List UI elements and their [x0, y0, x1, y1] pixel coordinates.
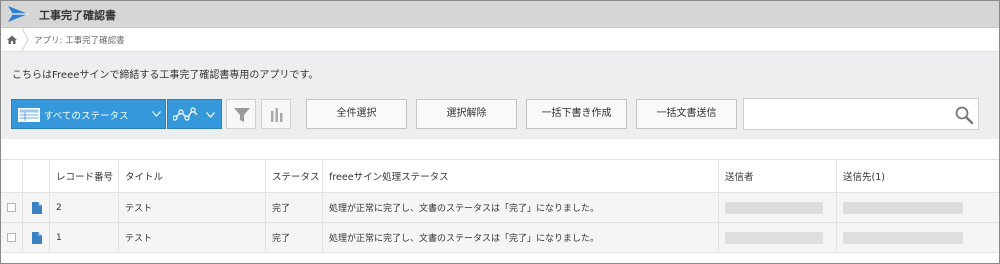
home-icon[interactable]	[1, 28, 23, 51]
graph-button[interactable]	[261, 99, 291, 129]
record-number-cell: 2	[50, 193, 119, 222]
column-header-title[interactable]: タイトル	[119, 160, 266, 192]
view-selector[interactable]: すべてのステータス	[11, 99, 166, 129]
breadcrumb-app-link[interactable]: アプリ: 工事完了確認書	[34, 34, 125, 46]
select-all-button[interactable]: 全件選択	[306, 99, 407, 129]
row-checkbox[interactable]	[7, 233, 16, 242]
redacted-destination	[843, 201, 963, 214]
app-description: こちらはFreeeサインで締結する工事完了確認書専用のアプリです。	[12, 70, 319, 81]
row-checkbox-cell	[1, 223, 23, 252]
breadcrumb-separator	[21, 28, 29, 51]
sender-cell	[719, 193, 837, 222]
app-description-panel: こちらはFreeeサインで締結する工事完了確認書専用のアプリです。	[1, 51, 999, 93]
freee-status-cell: 処理が正常に完了し、文書のステータスは「完了」になりました。	[323, 193, 719, 222]
header-doc-cell	[23, 160, 50, 192]
status-cell: 完了	[266, 193, 323, 222]
sender-cell	[719, 223, 837, 252]
column-header-record-number[interactable]: レコード番号	[50, 160, 119, 192]
table-header-row: レコード番号 タイトル ステータス freeeサイン処理ステータス 送信者 送信…	[1, 159, 999, 193]
toolbar: すべてのステータス 全件選択 選択解除 一括下書き作成 一括文書送信	[1, 93, 999, 139]
record-number-cell: 1	[50, 223, 119, 252]
column-header-freee-status[interactable]: freeeサイン処理ステータス	[323, 160, 719, 192]
header-checkbox-cell	[1, 160, 23, 192]
breadcrumb: アプリ: 工事完了確認書	[1, 28, 999, 51]
status-cell: 完了	[266, 223, 323, 252]
search-input[interactable]	[748, 103, 948, 125]
row-detail-cell	[23, 223, 50, 252]
graph-selector[interactable]	[167, 99, 222, 129]
view-selector-label: すべてのステータス	[44, 111, 129, 122]
kintone-logo-icon[interactable]	[7, 4, 29, 24]
line-graph-icon	[173, 107, 198, 121]
filter-button[interactable]	[226, 99, 256, 129]
redacted-sender	[725, 231, 823, 244]
bulk-draft-button[interactable]: 一括下書き作成	[526, 99, 627, 129]
deselect-button[interactable]: 選択解除	[416, 99, 517, 129]
search-icon[interactable]	[954, 105, 974, 125]
chevron-down-icon	[206, 112, 215, 118]
column-header-status[interactable]: ステータス	[266, 160, 323, 192]
row-checkbox-cell	[1, 193, 23, 222]
document-icon[interactable]	[32, 231, 42, 244]
redacted-destination	[843, 231, 963, 244]
row-detail-cell	[23, 193, 50, 222]
title-cell: テスト	[119, 193, 266, 222]
list-icon	[18, 108, 40, 122]
bar-chart-icon	[271, 108, 283, 122]
app-title: 工事完了確認書	[39, 9, 116, 22]
destination-cell	[837, 193, 999, 222]
chevron-down-icon	[152, 111, 161, 117]
filter-icon	[234, 108, 250, 122]
title-bar: 工事完了確認書	[1, 1, 999, 28]
bulk-send-button[interactable]: 一括文書送信	[636, 99, 737, 129]
row-checkbox[interactable]	[7, 203, 16, 212]
column-header-destination[interactable]: 送信先(1)	[837, 160, 999, 192]
search-box	[743, 98, 979, 130]
title-cell: テスト	[119, 223, 266, 252]
redacted-sender	[725, 201, 823, 214]
document-icon[interactable]	[32, 201, 42, 214]
spacer	[1, 139, 999, 159]
freee-status-cell: 処理が正常に完了し、文書のステータスは「完了」になりました。	[323, 223, 719, 252]
app-window: 工事完了確認書 アプリ: 工事完了確認書 こちらはFreeeサインで締結する工事…	[0, 0, 1000, 264]
destination-cell	[837, 223, 999, 252]
table-row[interactable]: 1 テスト 完了 処理が正常に完了し、文書のステータスは「完了」になりました。	[1, 223, 999, 253]
table-row[interactable]: 2 テスト 完了 処理が正常に完了し、文書のステータスは「完了」になりました。	[1, 193, 999, 223]
column-header-sender[interactable]: 送信者	[719, 160, 837, 192]
